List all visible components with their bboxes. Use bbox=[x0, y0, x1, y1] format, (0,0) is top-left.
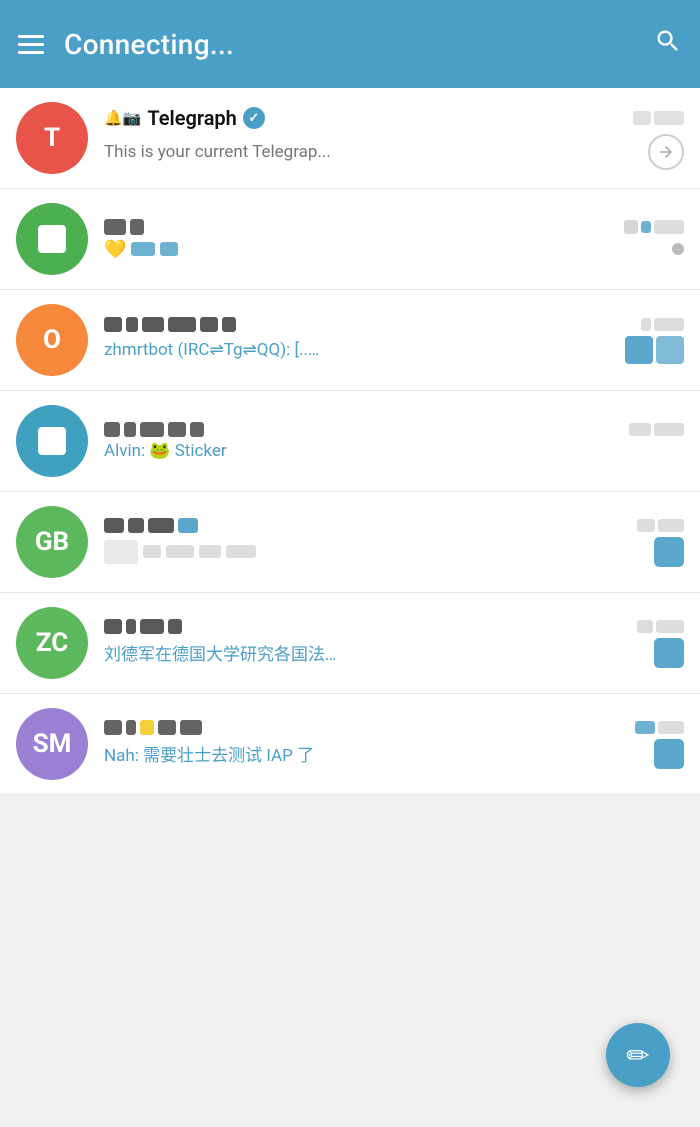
hamburger-menu-button[interactable] bbox=[18, 35, 44, 54]
avatar-7: SM bbox=[16, 708, 88, 780]
avatar-2 bbox=[16, 203, 88, 275]
blurred-time bbox=[633, 111, 684, 125]
chat-time-4 bbox=[629, 423, 684, 436]
unread-badge-2 bbox=[672, 243, 684, 255]
chat-item-6[interactable]: ZC 刘德军在德 bbox=[0, 593, 700, 694]
chat-content-4: Alvin: 🐸 Sticker bbox=[104, 422, 684, 461]
verified-badge-telegraph bbox=[243, 107, 265, 129]
chat-time-7 bbox=[635, 721, 684, 734]
chat-content-6: 刘德军在德国大学研究各国法… bbox=[104, 619, 684, 668]
unread-icons-3 bbox=[625, 336, 684, 364]
chat-content-telegraph: 🔔📷 Telegraph This is your current Telegr… bbox=[104, 106, 684, 170]
avatar-icon-4 bbox=[38, 427, 66, 455]
chat-preview-7: Nah: 需要壮士去测试 IAP 了 bbox=[104, 741, 646, 766]
chat-item-3[interactable]: O bbox=[0, 290, 700, 391]
avatar-5: GB bbox=[16, 506, 88, 578]
chat-time-2 bbox=[624, 220, 684, 234]
chat-item-2[interactable]: 💛 bbox=[0, 189, 700, 290]
redirect-icon-telegraph[interactable] bbox=[648, 134, 684, 170]
chat-preview-telegraph: This is your current Telegrap... bbox=[104, 142, 648, 162]
avatar-3: O bbox=[16, 304, 88, 376]
app-header: Connecting... bbox=[0, 0, 700, 88]
chat-item-telegraph[interactable]: T 🔔📷 Telegraph This is your current Te bbox=[0, 88, 700, 189]
badge-icon-5 bbox=[654, 537, 684, 567]
chat-meta-5 bbox=[654, 537, 684, 567]
chat-name-telegraph: Telegraph bbox=[147, 106, 237, 130]
chat-item-5[interactable]: GB bbox=[0, 492, 700, 593]
blurred-name-4 bbox=[104, 422, 204, 437]
badge-icon-7 bbox=[654, 739, 684, 769]
chat-item-7[interactable]: SM bbox=[0, 694, 700, 795]
chat-meta-6 bbox=[654, 638, 684, 668]
header-title: Connecting... bbox=[64, 28, 234, 61]
search-button[interactable] bbox=[654, 27, 682, 62]
mute-camera-icon: 🔔📷 bbox=[104, 109, 141, 127]
chat-preview-4: Alvin: 🐸 Sticker bbox=[104, 441, 684, 461]
blurred-name-6 bbox=[104, 619, 182, 634]
blurred-name-2 bbox=[104, 219, 144, 235]
chat-list: T 🔔📷 Telegraph This is your current Te bbox=[0, 88, 700, 795]
badge-icon-6 bbox=[654, 638, 684, 668]
chat-meta-2 bbox=[672, 243, 684, 255]
preview-img-5 bbox=[104, 540, 138, 564]
blurred-name-3 bbox=[104, 317, 236, 332]
badge-icon-3a bbox=[625, 336, 653, 364]
chat-item-4[interactable]: Alvin: 🐸 Sticker bbox=[0, 391, 700, 492]
blurred-time-7 bbox=[635, 721, 684, 734]
chat-time-6 bbox=[637, 620, 684, 633]
header-left: Connecting... bbox=[18, 28, 234, 61]
blurred-name-7 bbox=[104, 720, 202, 735]
blurred-time-4 bbox=[629, 423, 684, 436]
chat-meta-7 bbox=[654, 739, 684, 769]
chat-preview-6: 刘德军在德国大学研究各国法… bbox=[104, 640, 646, 665]
chat-time-telegraph bbox=[633, 111, 684, 125]
blurred-time-5 bbox=[637, 519, 684, 532]
blurred-time-3 bbox=[641, 318, 684, 331]
chat-content-3: zhmrtbot (IRC⇌Tg⇌QQ): [..… bbox=[104, 317, 684, 364]
compose-fab[interactable]: ✏ bbox=[606, 1023, 670, 1087]
avatar-icon-2 bbox=[38, 225, 66, 253]
chat-content-5 bbox=[104, 518, 684, 567]
chat-preview-3: zhmrtbot (IRC⇌Tg⇌QQ): [..… bbox=[104, 340, 617, 360]
chat-preview-2-row: 💛 bbox=[104, 239, 178, 260]
chat-meta-3 bbox=[625, 336, 684, 364]
badge-icon-3b bbox=[656, 336, 684, 364]
chat-content-2: 💛 bbox=[104, 219, 684, 260]
blurred-name-5 bbox=[104, 518, 198, 533]
blurred-time-2 bbox=[624, 220, 684, 234]
chat-time-3 bbox=[641, 318, 684, 331]
avatar-telegraph: T bbox=[16, 102, 88, 174]
chat-time-5 bbox=[637, 519, 684, 532]
chat-content-7: Nah: 需要壮士去测试 IAP 了 bbox=[104, 720, 684, 769]
chat-preview-5-row bbox=[104, 540, 646, 564]
avatar-4 bbox=[16, 405, 88, 477]
blurred-time-6 bbox=[637, 620, 684, 633]
compose-icon: ✏ bbox=[626, 1039, 649, 1072]
avatar-6: ZC bbox=[16, 607, 88, 679]
